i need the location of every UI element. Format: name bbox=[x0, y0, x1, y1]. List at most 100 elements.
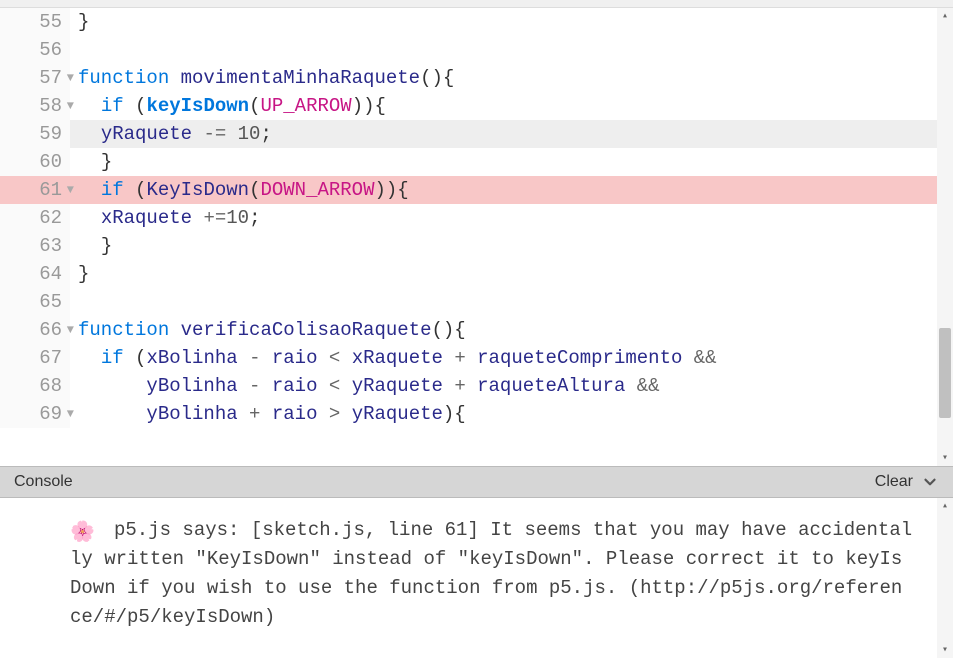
code-content[interactable]: if (keyIsDown(UP_ARROW)){ bbox=[70, 92, 937, 120]
token-punct: ; bbox=[260, 123, 271, 145]
code-line[interactable]: 61▼ if (KeyIsDown(DOWN_ARROW)){ bbox=[0, 176, 937, 204]
token-var: xBolinha bbox=[146, 347, 237, 369]
line-number: 63 bbox=[0, 232, 70, 260]
token-var: raio bbox=[272, 403, 318, 425]
line-number: 57▼ bbox=[0, 64, 70, 92]
code-line[interactable]: 57▼function movimentaMinhaRaquete(){ bbox=[0, 64, 937, 92]
token-op: && bbox=[694, 347, 717, 369]
console-clear-label: Clear bbox=[875, 473, 913, 491]
code-content[interactable]: if (KeyIsDown(DOWN_ARROW)){ bbox=[70, 176, 937, 204]
token-punct: } bbox=[101, 151, 112, 173]
console-scrollbar[interactable]: ▴ ▾ bbox=[937, 498, 953, 658]
token-num: 10 bbox=[226, 207, 249, 229]
code-content[interactable]: } bbox=[70, 232, 937, 260]
scroll-up-arrow[interactable]: ▴ bbox=[937, 8, 953, 24]
token-op: < bbox=[329, 347, 340, 369]
token-punct: (){ bbox=[420, 67, 454, 89]
token-punct: } bbox=[78, 263, 89, 285]
console-message: 🌸 p5.js says: [sketch.js, line 61] It se… bbox=[0, 498, 953, 640]
line-number: 58▼ bbox=[0, 92, 70, 120]
code-content[interactable]: } bbox=[70, 8, 937, 36]
token-punct: )){ bbox=[375, 179, 409, 201]
code-line[interactable]: 55} bbox=[0, 8, 937, 36]
scroll-down-arrow[interactable]: ▾ bbox=[937, 642, 953, 658]
token-punct: ( bbox=[249, 179, 260, 201]
token-op: + bbox=[454, 375, 465, 397]
line-number: 55 bbox=[0, 8, 70, 36]
code-editor[interactable]: 55}5657▼function movimentaMinhaRaquete()… bbox=[0, 8, 953, 466]
line-number: 56 bbox=[0, 36, 70, 64]
code-line[interactable]: 65 bbox=[0, 288, 937, 316]
token-var: raio bbox=[272, 375, 318, 397]
token-err-call: KeyIsDown bbox=[146, 179, 249, 201]
token-var: yBolinha bbox=[146, 403, 237, 425]
code-line[interactable]: 59 yRaquete -= 10; bbox=[0, 120, 937, 148]
token-fn: verificaColisaoRaquete bbox=[181, 319, 432, 341]
code-content[interactable]: yBolinha + raio > yRaquete){ bbox=[70, 400, 937, 428]
scroll-up-arrow[interactable]: ▴ bbox=[937, 498, 953, 514]
console-message-text: p5.js says: [sketch.js, line 61] It seem… bbox=[70, 516, 913, 632]
fold-marker-icon[interactable]: ▼ bbox=[67, 316, 74, 344]
editor-scroll-thumb[interactable] bbox=[939, 328, 951, 418]
code-line[interactable]: 66▼function verificaColisaoRaquete(){ bbox=[0, 316, 937, 344]
code-content[interactable]: yRaquete -= 10; bbox=[70, 120, 937, 148]
line-number: 65 bbox=[0, 288, 70, 316]
token-op: && bbox=[637, 375, 660, 397]
token-op: < bbox=[329, 375, 340, 397]
token-var: yRaquete bbox=[352, 375, 443, 397]
code-line[interactable]: 67 if (xBolinha - raio < xRaquete + raqu… bbox=[0, 344, 937, 372]
editor-tab-bar bbox=[0, 0, 953, 8]
token-var: yRaquete bbox=[101, 123, 192, 145]
token-kw: if bbox=[101, 179, 124, 201]
fold-marker-icon[interactable]: ▼ bbox=[67, 64, 74, 92]
token-const: UP_ARROW bbox=[260, 95, 351, 117]
fold-marker-icon[interactable]: ▼ bbox=[67, 400, 74, 428]
line-number: 69▼ bbox=[0, 400, 70, 428]
scroll-down-arrow[interactable]: ▾ bbox=[937, 450, 953, 466]
code-content[interactable] bbox=[70, 36, 937, 64]
console-body[interactable]: 🌸 p5.js says: [sketch.js, line 61] It se… bbox=[0, 498, 953, 658]
token-punct: (){ bbox=[431, 319, 465, 341]
token-op: += bbox=[203, 207, 226, 229]
chevron-down-icon bbox=[921, 473, 939, 491]
code-line[interactable]: 58▼ if (keyIsDown(UP_ARROW)){ bbox=[0, 92, 937, 120]
token-punct: ( bbox=[135, 179, 146, 201]
code-content[interactable]: function verificaColisaoRaquete(){ bbox=[70, 316, 937, 344]
token-op: + bbox=[249, 403, 260, 425]
token-call: keyIsDown bbox=[146, 95, 249, 117]
code-content[interactable]: yBolinha - raio < yRaquete + raqueteAltu… bbox=[70, 372, 937, 400]
token-const: DOWN_ARROW bbox=[260, 179, 374, 201]
console-clear-button[interactable]: Clear bbox=[875, 473, 939, 491]
code-line[interactable]: 69▼ yBolinha + raio > yRaquete){ bbox=[0, 400, 937, 428]
token-var: yBolinha bbox=[146, 375, 237, 397]
token-var: raqueteComprimento bbox=[477, 347, 682, 369]
code-content[interactable]: function movimentaMinhaRaquete(){ bbox=[70, 64, 937, 92]
code-line[interactable]: 62 xRaquete +=10; bbox=[0, 204, 937, 232]
line-number: 62 bbox=[0, 204, 70, 232]
code-line[interactable]: 68 yBolinha - raio < yRaquete + raqueteA… bbox=[0, 372, 937, 400]
code-content[interactable]: } bbox=[70, 148, 937, 176]
token-var: raqueteAltura bbox=[477, 375, 625, 397]
code-line[interactable]: 60 } bbox=[0, 148, 937, 176]
fold-marker-icon[interactable]: ▼ bbox=[67, 176, 74, 204]
fold-marker-icon[interactable]: ▼ bbox=[67, 92, 74, 120]
console-header: Console Clear bbox=[0, 466, 953, 498]
code-line[interactable]: 64} bbox=[0, 260, 937, 288]
token-op: > bbox=[329, 403, 340, 425]
code-content[interactable]: } bbox=[70, 260, 937, 288]
token-var: raio bbox=[272, 347, 318, 369]
code-line[interactable]: 63 } bbox=[0, 232, 937, 260]
line-number: 59 bbox=[0, 120, 70, 148]
code-content[interactable]: if (xBolinha - raio < xRaquete + raquete… bbox=[70, 344, 937, 372]
editor-scrollbar[interactable]: ▴ ▾ bbox=[937, 8, 953, 466]
token-var: xRaquete bbox=[352, 347, 443, 369]
flower-icon: 🌸 bbox=[70, 519, 95, 548]
code-line[interactable]: 56 bbox=[0, 36, 937, 64]
token-punct: )){ bbox=[352, 95, 386, 117]
console-title: Console bbox=[14, 473, 73, 491]
token-var: yRaquete bbox=[352, 403, 443, 425]
code-content[interactable]: xRaquete +=10; bbox=[70, 204, 937, 232]
code-content[interactable] bbox=[70, 288, 937, 316]
line-number: 60 bbox=[0, 148, 70, 176]
token-punct: } bbox=[78, 11, 89, 33]
